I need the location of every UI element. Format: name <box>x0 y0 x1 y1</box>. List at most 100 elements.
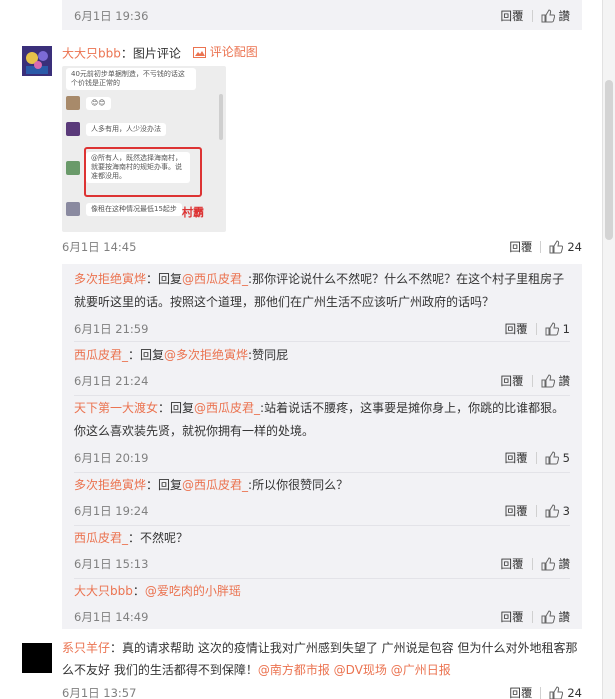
divider <box>531 375 533 387</box>
avatar[interactable] <box>22 643 52 673</box>
chat-avatar <box>66 96 80 110</box>
reply-item: 大大只bbb：@爱吃肉的小胖瑶 6月1日 14:49 回覆 讚 <box>62 580 582 628</box>
reply-button[interactable]: 回覆 <box>501 8 524 24</box>
mention[interactable]: @西瓜皮君_ <box>194 401 260 415</box>
like-button[interactable]: 讚 <box>541 609 570 625</box>
like-label: 讚 <box>558 374 571 388</box>
reply-divider <box>74 525 570 526</box>
scrollbar-thumb[interactable] <box>605 80 613 240</box>
thumbs-up-icon <box>549 240 564 254</box>
chat-row: 人多有用，人少没办法 <box>66 122 166 136</box>
chat-avatar <box>66 160 80 175</box>
reply-thread: 多次拒绝寅烨：回复@西瓜皮君_:那你评论说什么不然呢？什么不然呢？在这个村子里租… <box>62 264 582 629</box>
like-button[interactable]: 3 <box>545 504 570 518</box>
reply-item: 多次拒绝寅烨：回复@西瓜皮君_:那你评论说什么不然呢？什么不然呢？在这个村子里租… <box>62 268 582 342</box>
image-comment-tag[interactable]: 评论配图 <box>192 44 258 60</box>
reply-item: 西瓜皮君_：不然呢？ 6月1日 15:13 回覆 讚 <box>62 527 582 579</box>
comment-content: 系只羊仔：真的请求帮助 这次的疫情让我对广州感到失望了 广州说是包容 但为什么对… <box>62 637 582 681</box>
like-label: 讚 <box>558 557 571 571</box>
reply-content: 天下第一大渡女：回复@西瓜皮君_:站着说话不腰疼，这事要是摊你身上，你跳的比谁都… <box>74 397 570 443</box>
reply-text: :赞同屁 <box>248 348 289 362</box>
username[interactable]: 西瓜皮君_ <box>74 348 128 362</box>
thumbs-up-icon <box>549 686 564 699</box>
timestamp: 6月1日 21:24 <box>74 374 149 388</box>
like-button[interactable]: 讚 <box>541 8 570 24</box>
mention[interactable]: @爱吃肉的小胖瑶 <box>145 584 241 598</box>
reply-button[interactable]: 回覆 <box>505 450 528 466</box>
reply-content: 多次拒绝寅烨：回复@西瓜皮君_:那你评论说什么不然呢？什么不然呢？在这个村子里租… <box>74 268 570 314</box>
chat-avatar <box>66 202 80 216</box>
reply-divider <box>74 395 570 396</box>
like-button[interactable]: 5 <box>545 451 570 465</box>
timestamp: 6月1日 14:45 <box>62 240 137 254</box>
thumbs-up-icon <box>541 557 555 571</box>
username[interactable]: 系只羊仔 <box>62 641 110 655</box>
like-button[interactable]: 24 <box>549 686 582 699</box>
mention[interactable]: @多次拒绝寅烨 <box>164 348 248 362</box>
divider <box>531 558 533 570</box>
thumbs-up-icon <box>545 504 559 518</box>
reply-item: 天下第一大渡女：回复@西瓜皮君_:站着说话不腰疼，这事要是摊你身上，你跳的比谁都… <box>62 397 582 473</box>
reply-button[interactable]: 回覆 <box>501 373 524 389</box>
username[interactable]: 天下第一大渡女 <box>74 401 158 415</box>
scrollbar[interactable] <box>602 0 615 699</box>
meta-row: 6月1日 19:24 回覆 3 <box>74 503 570 519</box>
image-icon <box>192 46 206 58</box>
divider <box>531 10 533 22</box>
reply-item: 多次拒绝寅烨：回复@西瓜皮君_:所以你很赞同么？ 6月1日 19:24 回覆 3 <box>62 474 582 526</box>
timestamp: 6月1日 21:59 <box>74 322 149 336</box>
like-count: 3 <box>562 504 570 518</box>
divider <box>540 241 542 253</box>
comment-text: ：图片评论 <box>120 46 181 61</box>
reply-content: 西瓜皮君_：不然呢？ <box>74 527 570 550</box>
actions: 回覆 24 <box>509 239 582 255</box>
username[interactable]: 大大只bbb <box>74 584 133 598</box>
reply-button[interactable]: 回覆 <box>501 556 524 572</box>
reply-button[interactable]: 回覆 <box>505 321 528 337</box>
meta-row: 6月1日 15:13 回覆 讚 <box>74 556 570 572</box>
thumbs-up-icon <box>545 451 559 465</box>
username[interactable]: 西瓜皮君_ <box>74 531 128 545</box>
actions: 回覆 讚 <box>501 8 571 24</box>
meta-row: 6月1日 21:59 回覆 1 <box>74 321 570 337</box>
comment-image[interactable]: 40元前初步单据制造，不亏钱的话这个价钱是正常的 😊😊 人多有用，人少没办法 @… <box>62 66 226 232</box>
username[interactable]: 多次拒绝寅烨 <box>74 478 146 492</box>
chat-row: 😊😊 <box>66 96 111 110</box>
chat-bubble: 40元前初步单据制造，不亏钱的话这个价钱是正常的 <box>66 68 196 90</box>
mention[interactable]: @广州日报 <box>391 663 451 677</box>
thumbs-up-icon <box>541 374 555 388</box>
meta-row: 6月1日 13:57 回覆 24 <box>62 685 582 699</box>
reply-divider <box>74 472 570 473</box>
mention[interactable]: @南方都市报 <box>258 663 330 677</box>
reply-button[interactable]: 回覆 <box>501 609 524 625</box>
divider <box>540 687 542 699</box>
avatar[interactable] <box>22 46 52 76</box>
like-button[interactable]: 讚 <box>541 556 571 572</box>
actions: 回覆 讚 <box>501 373 571 389</box>
reply-button[interactable]: 回覆 <box>509 239 532 255</box>
timestamp: 6月1日 13:57 <box>62 686 137 699</box>
actions: 回覆 讚 <box>501 556 571 572</box>
reply-content: 西瓜皮君_：回复@多次拒绝寅烨:赞同屁 <box>74 344 570 367</box>
username[interactable]: 多次拒绝寅烨 <box>74 272 146 286</box>
reply-content: 多次拒绝寅烨：回复@西瓜皮君_:所以你很赞同么？ <box>74 474 570 497</box>
mention[interactable]: @西瓜皮君_ <box>182 272 248 286</box>
timestamp: 6月1日 20:19 <box>74 451 149 465</box>
like-button[interactable]: 24 <box>549 240 582 254</box>
like-button[interactable]: 讚 <box>541 373 571 389</box>
thumbs-up-icon <box>541 610 555 624</box>
reply-button[interactable]: 回覆 <box>509 685 532 699</box>
tag-label: 评论配图 <box>209 45 258 59</box>
chat-row: 像租在这种情况最低15起步 <box>66 202 182 216</box>
image-caption: 村霸 <box>182 206 204 219</box>
username[interactable]: 大大只bbb <box>62 47 121 61</box>
comment: 系只羊仔：真的请求帮助 这次的疫情让我对广州感到失望了 广州说是包容 但为什么对… <box>0 629 600 699</box>
reply-button[interactable]: 回覆 <box>505 503 528 519</box>
like-button[interactable]: 1 <box>545 322 570 336</box>
divider <box>535 323 537 335</box>
comment-header: 大大只bbb：图片评论 评论配图 <box>62 44 582 62</box>
mention[interactable]: @西瓜皮君_ <box>182 478 248 492</box>
meta-row: 6月1日 21:24 回覆 讚 <box>74 373 570 389</box>
reply-item: 西瓜皮君_：回复@多次拒绝寅烨:赞同屁 6月1日 21:24 回覆 讚 <box>62 344 582 396</box>
mention[interactable]: @DV现场 <box>334 663 387 677</box>
